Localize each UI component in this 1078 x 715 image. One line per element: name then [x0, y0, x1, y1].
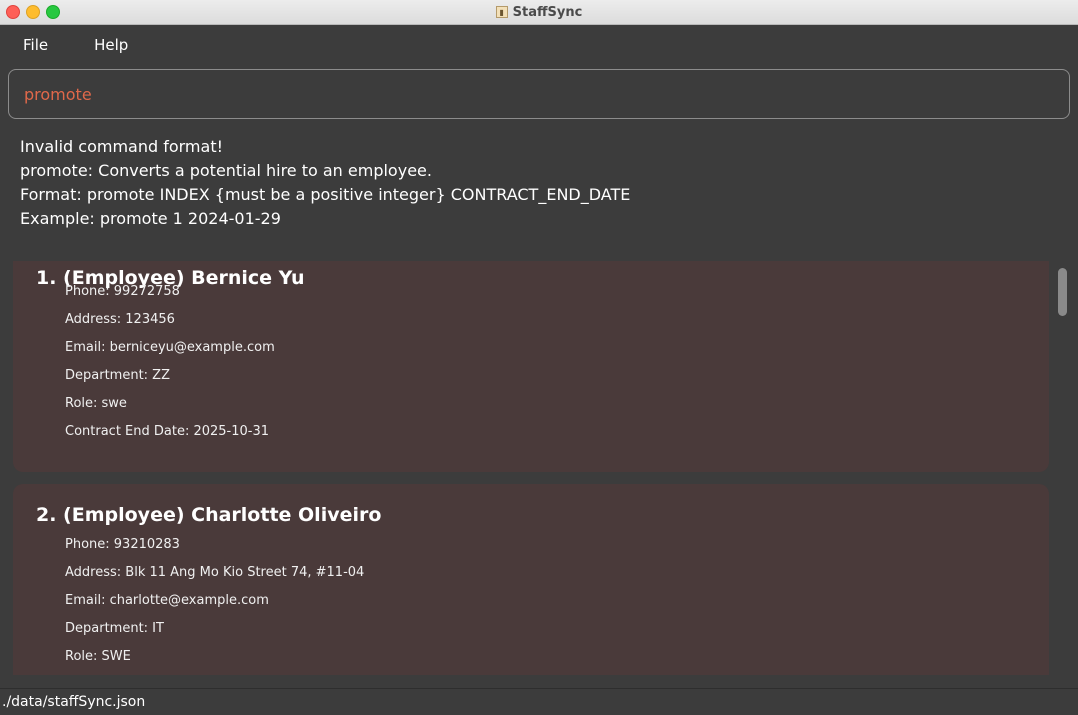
- person-role: Role: swe: [65, 396, 127, 411]
- result-line: Invalid command format!: [20, 137, 224, 156]
- result-line: promote: Converts a potential hire to an…: [20, 161, 432, 180]
- person-email: Email: berniceyu@example.com: [65, 340, 275, 355]
- list-scrollbar[interactable]: [1058, 268, 1067, 316]
- person-list[interactable]: 1. (Employee) Bernice Yu Phone: 99272758…: [0, 261, 1078, 675]
- person-address: Address: 123456: [65, 312, 175, 327]
- person-phone: Phone: 99272758: [65, 284, 180, 299]
- person-role: Role: SWE: [65, 649, 131, 664]
- person-card[interactable]: 1. (Employee) Bernice Yu Phone: 99272758…: [13, 261, 1049, 472]
- command-box: [8, 69, 1070, 119]
- person-address: Address: Blk 11 Ang Mo Kio Street 74, #1…: [65, 565, 365, 580]
- result-display: Invalid command format! promote: Convert…: [20, 135, 1060, 231]
- menu-bar: File Help: [0, 25, 1078, 65]
- person-phone: Phone: 93210283: [65, 537, 180, 552]
- command-input[interactable]: [22, 83, 1046, 105]
- result-line: Example: promote 1 2024-01-29: [20, 209, 281, 228]
- menu-help[interactable]: Help: [83, 36, 139, 54]
- person-email: Email: charlotte@example.com: [65, 593, 269, 608]
- person-department: Department: ZZ: [65, 368, 170, 383]
- result-line: Format: promote INDEX {must be a positiv…: [20, 185, 631, 204]
- title-bar: ▮ StaffSync: [0, 0, 1078, 25]
- person-card-header: 2. (Employee) Charlotte Oliveiro: [36, 504, 382, 526]
- person-card[interactable]: 2. (Employee) Charlotte Oliveiro Phone: …: [13, 484, 1049, 675]
- app-icon: ▮: [495, 6, 508, 18]
- status-bar-file-path: ./data/staffSync.json: [0, 688, 1078, 714]
- person-department: Department: IT: [65, 621, 164, 636]
- menu-file[interactable]: File: [12, 36, 59, 54]
- person-contract-end-date: Contract End Date: 2025-10-31: [65, 424, 270, 439]
- window-title: StaffSync: [512, 4, 583, 20]
